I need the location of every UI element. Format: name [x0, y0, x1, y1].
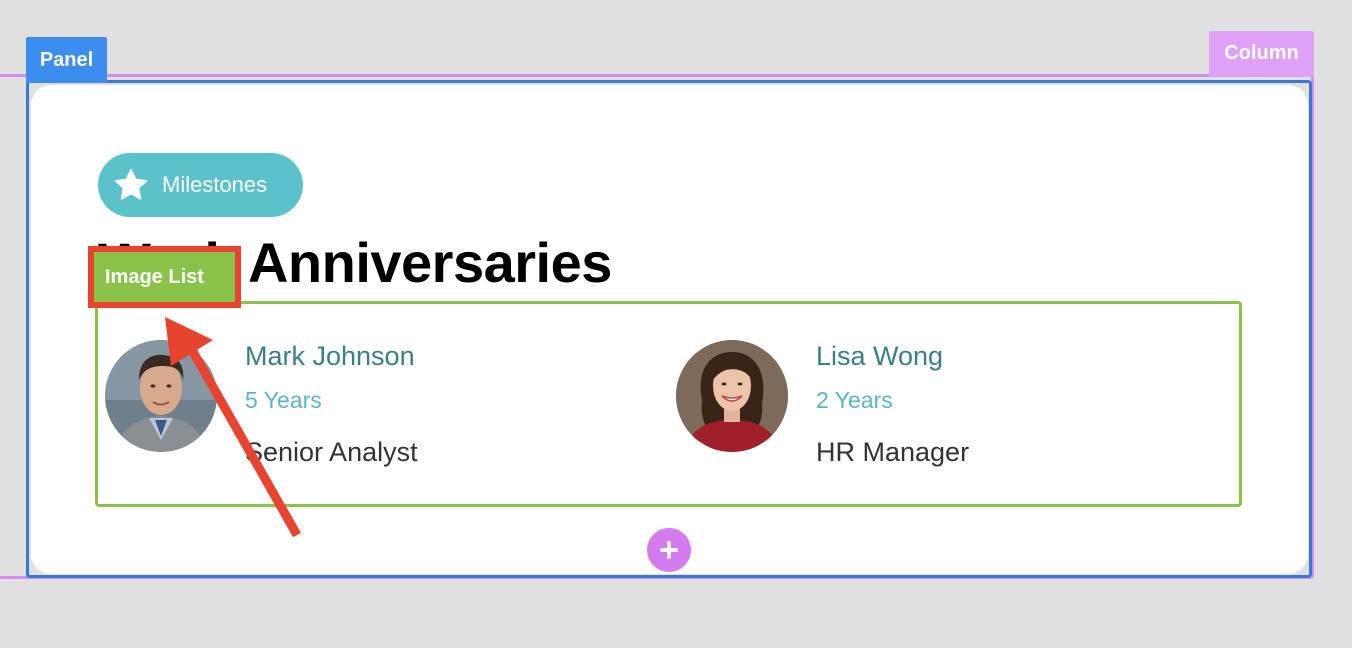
person-name: Lisa Wong [816, 341, 944, 371]
person-years: 2 Years [816, 387, 893, 413]
image-list-tag[interactable]: Image List [88, 246, 241, 308]
canvas: Column Panel Milestones Work Anniversari… [0, 0, 1352, 648]
column-tag[interactable]: Column [1209, 31, 1314, 77]
image-list-tag-label: Image List [105, 266, 204, 288]
badge-label: Milestones [162, 172, 268, 197]
add-block-button[interactable] [647, 528, 691, 572]
list-item[interactable]: Mark Johnson 5 Years Senior Analyst [105, 340, 585, 470]
star-icon [115, 169, 147, 200]
list-item[interactable]: Lisa Wong 2 Years HR Manager [676, 340, 1156, 470]
person-years: 5 Years [245, 387, 322, 413]
person-role: HR Manager [816, 437, 970, 467]
panel-tag[interactable]: Panel [26, 37, 107, 83]
person-role: Senior Analyst [245, 437, 418, 467]
plus-icon [660, 541, 678, 559]
avatar [676, 340, 788, 452]
milestones-badge[interactable]: Milestones [98, 153, 303, 217]
person-name: Mark Johnson [245, 341, 415, 371]
avatar [105, 340, 217, 452]
